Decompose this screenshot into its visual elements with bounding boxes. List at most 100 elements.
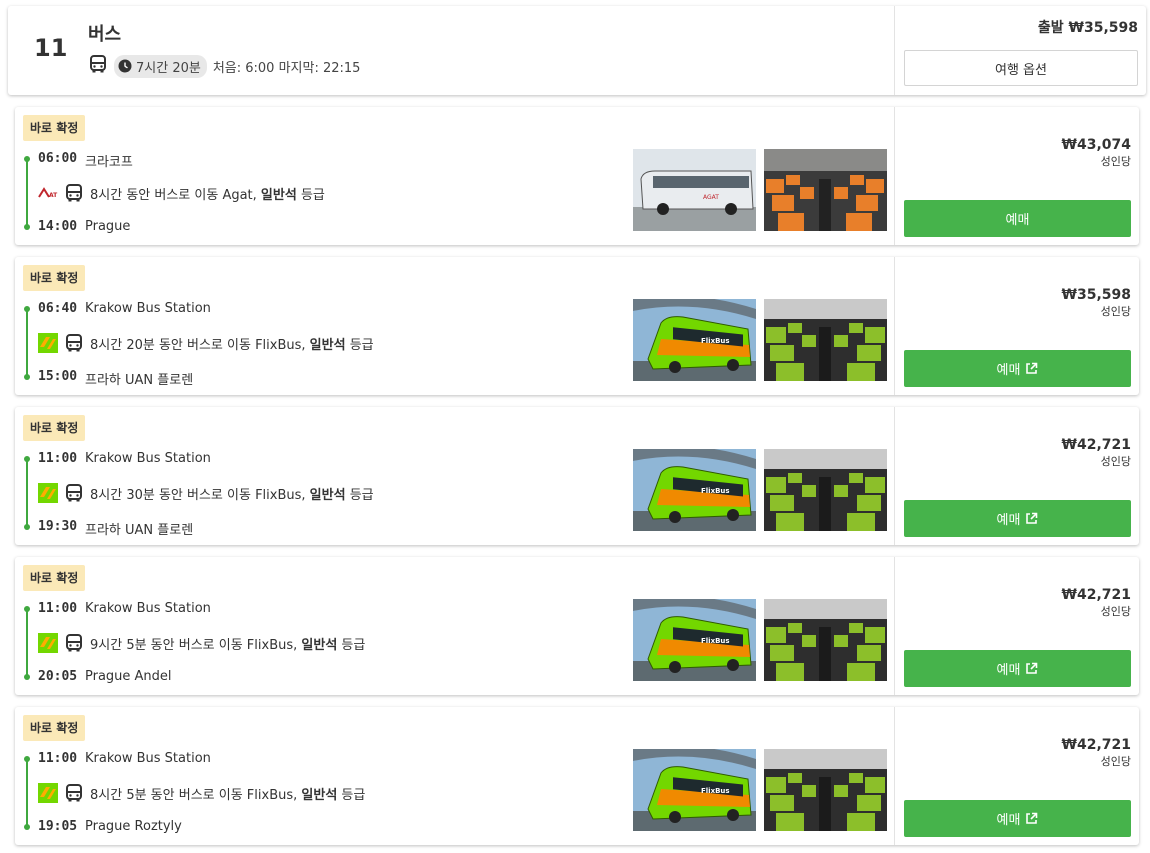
- svg-text:FlixBus: FlixBus: [701, 337, 730, 345]
- trip-details: 바로 확정 06:40 Krakow Bus Station 8시간 20분 동…: [15, 257, 895, 395]
- timeline-end-dot: [24, 224, 30, 230]
- timeline-line: [26, 159, 28, 227]
- trip-price: ₩42,721: [1061, 587, 1131, 603]
- book-label: 예매: [996, 513, 1021, 528]
- trip-price: ₩42,721: [1061, 437, 1131, 453]
- svg-text:FlixBus: FlixBus: [701, 787, 730, 795]
- result-count: 11: [34, 34, 68, 62]
- instant-confirm-badge: 바로 확정: [23, 265, 86, 291]
- bus-icon: [66, 334, 82, 352]
- bus-exterior-photo[interactable]: AGAT: [633, 149, 756, 231]
- bus-interior-photo[interactable]: [764, 599, 887, 681]
- clock-icon: [118, 59, 132, 73]
- departure-time: 11:00: [38, 451, 78, 466]
- bus-interior-photo[interactable]: [764, 449, 887, 531]
- timeline-line: [26, 609, 28, 677]
- departure-time: 06:40: [38, 301, 78, 316]
- bus-icon: [66, 634, 82, 652]
- segment-text: 8시간 동안 버스로 이동 Agat, 일반석 등급: [90, 187, 325, 203]
- transport-mode-title: 버스: [88, 24, 122, 45]
- book-button[interactable]: 예매: [904, 650, 1131, 687]
- per-adult-label: 성인당: [1100, 305, 1131, 318]
- arrival-station: Prague: [85, 219, 131, 234]
- per-adult-label: 성인당: [1100, 155, 1131, 168]
- duration-badge: 7시간 20분: [114, 54, 207, 78]
- segment-info: 8시간 5분 동안 버스로 이동 FlixBus, 일반석 등급: [38, 783, 365, 803]
- departure-time: 11:00: [38, 751, 78, 766]
- svg-text:AGAT: AGAT: [703, 194, 719, 201]
- bus-interior-photo[interactable]: [764, 299, 887, 381]
- trip-price-panel: ₩42,721 성인당 예매: [895, 707, 1139, 845]
- instant-confirm-badge: 바로 확정: [23, 115, 86, 141]
- trip-price-panel: ₩43,074 성인당 예매: [895, 107, 1139, 245]
- route-summary-card: 11 버스 7시간 20분 처음: 6:00 마지막: 22:15 출발 ₩35…: [8, 6, 1146, 95]
- book-button[interactable]: 예매: [904, 500, 1131, 537]
- route-price-panel: 출발 ₩35,598 여행 옵션: [895, 6, 1146, 95]
- departure-station: 크라코프: [85, 155, 133, 170]
- timeline-line: [26, 759, 28, 827]
- svg-text:FlixBus: FlixBus: [701, 487, 730, 495]
- timeline-end-dot: [24, 374, 30, 380]
- book-button[interactable]: 예매: [904, 800, 1131, 837]
- flixbus-logo: [38, 633, 58, 653]
- segment-text: 8시간 5분 동안 버스로 이동 FlixBus, 일반석 등급: [90, 787, 366, 803]
- departure-station: Krakow Bus Station: [85, 751, 211, 766]
- trip-details: 바로 확정 11:00 Krakow Bus Station 8시간 5분 동안…: [15, 707, 895, 845]
- book-label: 예매: [996, 813, 1021, 828]
- bus-exterior-photo[interactable]: FlixBus: [633, 299, 756, 381]
- trip-price-panel: ₩42,721 성인당 예매: [895, 557, 1139, 695]
- svg-text:FlixBus: FlixBus: [701, 637, 730, 645]
- arrival-time: 19:30: [38, 519, 78, 534]
- arrival-time: 14:00: [38, 219, 78, 234]
- from-price: 출발 ₩35,598: [1037, 20, 1138, 36]
- bus-interior-photo[interactable]: [764, 749, 887, 831]
- flixbus-logo: [38, 483, 58, 503]
- trip-card: 바로 확정 11:00 Krakow Bus Station 8시간 5분 동안…: [15, 707, 1139, 845]
- arrival-time: 20:05: [38, 669, 78, 684]
- bus-icon: [66, 484, 82, 502]
- flixbus-logo: [38, 333, 58, 353]
- bus-icon: [66, 784, 82, 802]
- departure-station: Krakow Bus Station: [85, 601, 211, 616]
- trip-price: ₩42,721: [1061, 737, 1131, 753]
- segment-info: AT 8시간 동안 버스로 이동 Agat, 일반석 등급: [38, 183, 325, 203]
- travel-options-button[interactable]: 여행 옵션: [904, 50, 1138, 86]
- instant-confirm-badge: 바로 확정: [23, 715, 86, 741]
- trip-card: 바로 확정 11:00 Krakow Bus Station 9시간 5분 동안…: [15, 557, 1139, 695]
- arrival-station: 프라하 UAN 플로렌: [85, 523, 194, 538]
- instant-confirm-badge: 바로 확정: [23, 415, 86, 441]
- arrival-time: 15:00: [38, 369, 78, 384]
- route-summary: 11 버스 7시간 20분 처음: 6:00 마지막: 22:15: [8, 6, 895, 95]
- book-button[interactable]: 예매: [904, 350, 1131, 387]
- bus-exterior-photo[interactable]: FlixBus: [633, 749, 756, 831]
- timeline-start-dot: [24, 756, 30, 762]
- instant-confirm-badge: 바로 확정: [23, 565, 86, 591]
- bus-interior-photo[interactable]: [764, 149, 887, 231]
- timeline-end-dot: [24, 674, 30, 680]
- departure-station: Krakow Bus Station: [85, 301, 211, 316]
- trip-price-panel: ₩35,598 성인당 예매: [895, 257, 1139, 395]
- book-label: 예매: [996, 363, 1021, 378]
- bus-icon: [88, 54, 108, 78]
- book-label: 예매: [996, 663, 1021, 678]
- bus-icon: [66, 184, 82, 202]
- timeline-start-dot: [24, 456, 30, 462]
- external-link-icon: [1026, 512, 1038, 524]
- external-link-icon: [1026, 662, 1038, 674]
- departure-time: 11:00: [38, 601, 78, 616]
- flixbus-logo: [38, 783, 58, 803]
- duration-text: 7시간 20분: [136, 60, 201, 76]
- book-button[interactable]: 예매: [904, 200, 1131, 237]
- timeline-start-dot: [24, 606, 30, 612]
- trip-details: 바로 확정 11:00 Krakow Bus Station 9시간 5분 동안…: [15, 557, 895, 695]
- bus-exterior-photo[interactable]: FlixBus: [633, 599, 756, 681]
- departure-station: Krakow Bus Station: [85, 451, 211, 466]
- trip-card: 바로 확정 11:00 Krakow Bus Station 8시간 30분 동…: [15, 407, 1139, 545]
- per-adult-label: 성인당: [1100, 605, 1131, 618]
- agat-logo: AT: [38, 187, 58, 199]
- segment-info: 9시간 5분 동안 버스로 이동 FlixBus, 일반석 등급: [38, 633, 365, 653]
- trip-price: ₩35,598: [1061, 287, 1131, 303]
- bus-exterior-photo[interactable]: FlixBus: [633, 449, 756, 531]
- trip-details: 바로 확정 06:00 크라코프 AT 8시간 동안 버스로 이동 Agat, …: [15, 107, 895, 245]
- external-link-icon: [1026, 812, 1038, 824]
